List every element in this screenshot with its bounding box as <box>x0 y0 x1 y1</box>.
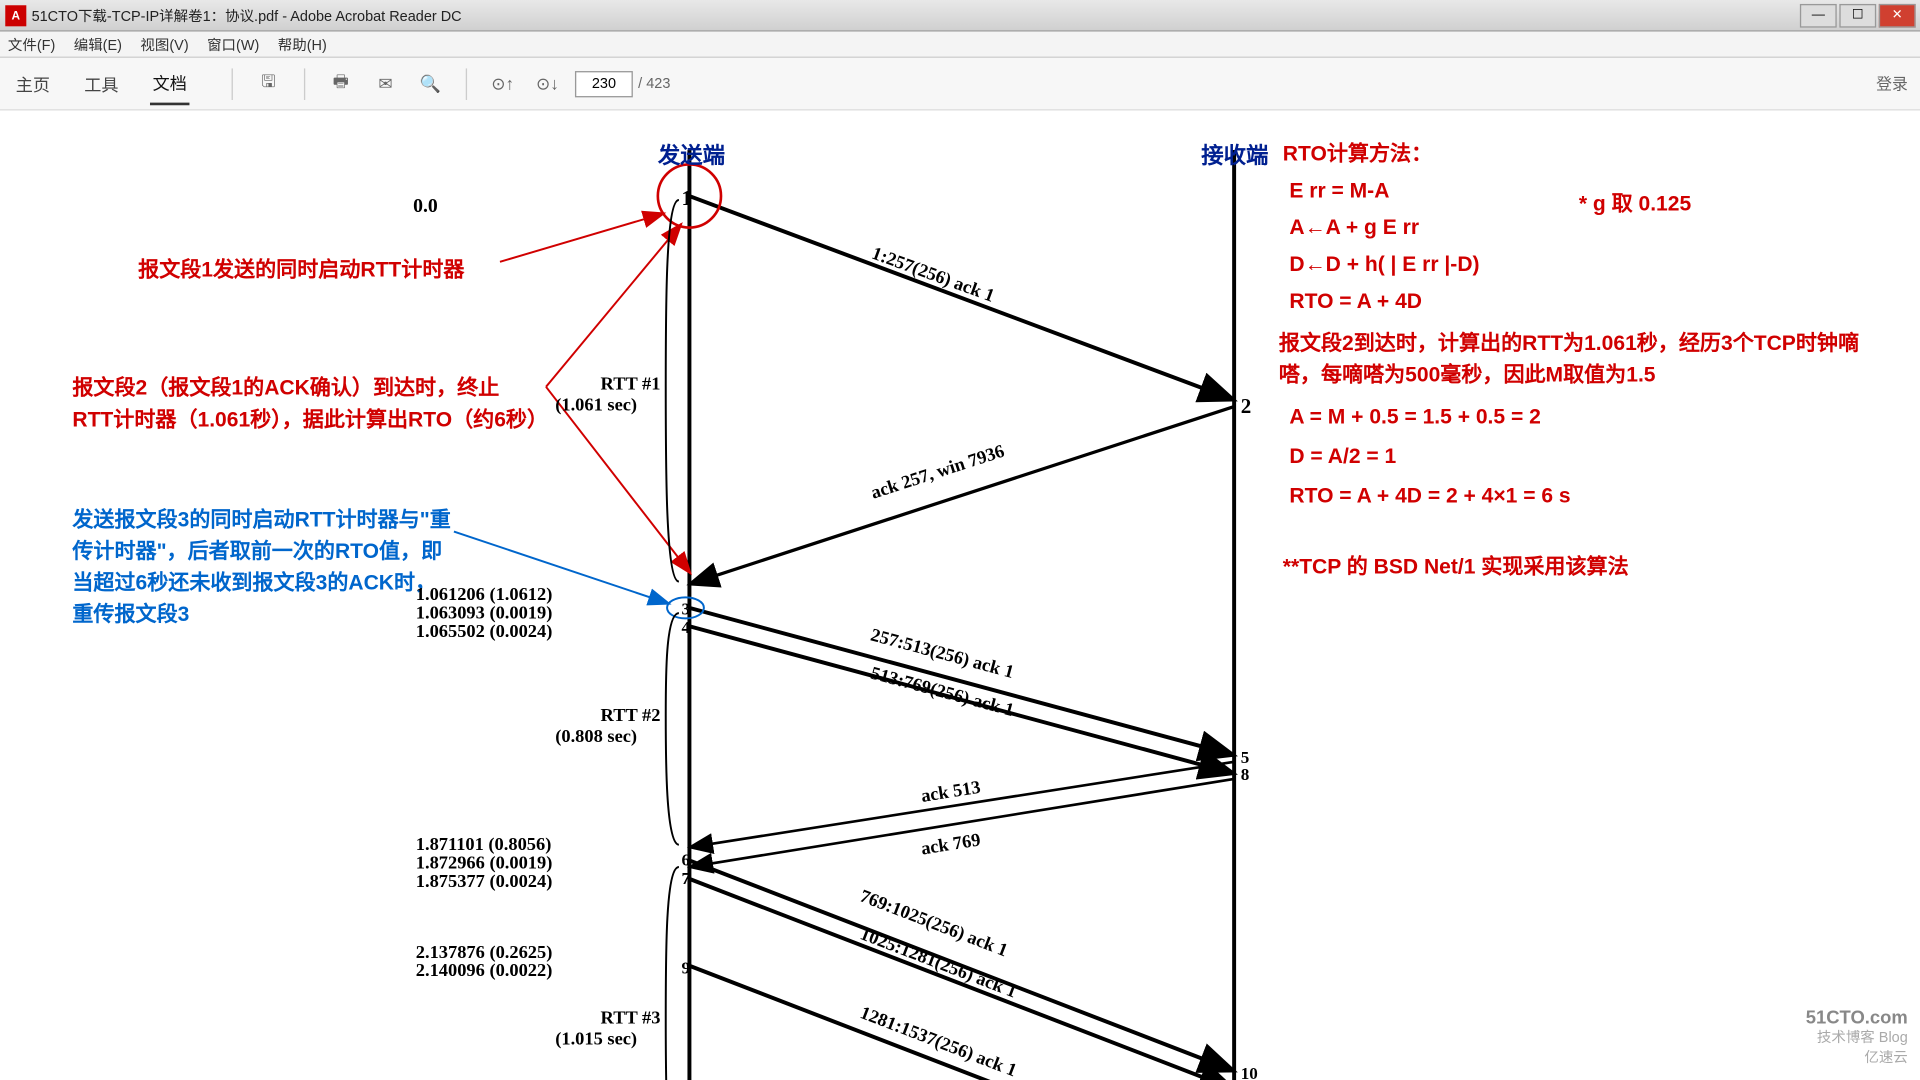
f3: D←D + h( | E rr |-D) <box>1289 250 1479 282</box>
menu-view[interactable]: 视图(V) <box>140 34 188 55</box>
tab-home[interactable]: 主页 <box>13 63 52 104</box>
note-seg1: 报文段1发送的同时启动RTT计时器 <box>138 255 464 287</box>
document-area: 发送端 接收端 0.0 报文段1发送的同时启动RTT计时器 报文段2（报文段1的… <box>0 111 1920 1080</box>
close-button[interactable]: ✕ <box>1879 3 1916 27</box>
page-input[interactable] <box>575 70 633 96</box>
n8: 8 <box>1241 762 1250 788</box>
menu-bar: 文件(F) 编辑(E) 视图(V) 窗口(W) 帮助(H) <box>0 32 1920 58</box>
note-seg2: 报文段2（报文段1的ACK确认）到达时，终止RTT计时器（1.061秒），据此计… <box>72 374 539 437</box>
f4: RTO = A + 4D <box>1289 287 1422 319</box>
c3: RTO = A + 4D = 2 + 4×1 = 6 s <box>1289 482 1570 514</box>
title-bar: A 51CTO下载-TCP-IP详解卷1：协议.pdf - Adobe Acro… <box>0 0 1920 32</box>
print-icon[interactable]: 🖶 <box>329 72 353 96</box>
watermark: 51CTO.com 技术博客 Blog 亿速云 <box>1806 1005 1908 1067</box>
mail-icon[interactable]: ✉ <box>374 72 398 96</box>
n4: 4 <box>682 614 691 640</box>
page-total: / 423 <box>638 76 670 92</box>
time-zero: 0.0 <box>413 192 438 222</box>
rtt3b: (1.015 sec) <box>555 1026 637 1054</box>
n9: 9 <box>682 955 691 981</box>
f1: E rr = M-A <box>1289 176 1389 208</box>
fg: * g 取 0.125 <box>1579 189 1691 221</box>
rto-title: RTO计算方法： <box>1283 139 1432 171</box>
menu-file[interactable]: 文件(F) <box>8 34 55 55</box>
toolbar: 主页 工具 文档 🖫 🖶 ✉ 🔍 ⊙↑ ⊙↓ / 423 登录 <box>0 58 1920 111</box>
ts1c: 1.065502 (0.0024) <box>416 618 553 646</box>
c2: D = A/2 = 1 <box>1289 442 1396 474</box>
menu-edit[interactable]: 编辑(E) <box>74 34 122 55</box>
pdf-icon: A <box>5 5 26 26</box>
note-bsd: **TCP 的 BSD Net/1 实现采用该算法 <box>1283 553 1629 585</box>
note-seg3: 发送报文段3的同时启动RTT计时器与"重传计时器"，后者取前一次的RTO值，即当… <box>72 505 454 631</box>
tab-document[interactable]: 文档 <box>150 62 189 105</box>
search-icon[interactable]: 🔍 <box>418 72 442 96</box>
maximize-button[interactable]: ☐ <box>1839 3 1876 27</box>
exp1: 报文段2到达时，计算出的RTT为1.061秒，经历3个TCP时钟嘀嗒，每嘀嗒为5… <box>1279 329 1871 392</box>
save-icon[interactable]: 🖫 <box>257 72 281 96</box>
prev-page-icon[interactable]: ⊙↑ <box>491 72 515 96</box>
rtt2b: (0.808 sec) <box>555 724 637 752</box>
n2: 2 <box>1241 392 1252 424</box>
n7: 7 <box>682 866 691 892</box>
minimize-button[interactable]: — <box>1800 3 1837 27</box>
tab-tools[interactable]: 工具 <box>82 63 121 104</box>
window-title: 51CTO下载-TCP-IP详解卷1：协议.pdf - Adobe Acroba… <box>32 5 1798 26</box>
menu-help[interactable]: 帮助(H) <box>278 34 327 55</box>
c1: A = M + 0.5 = 1.5 + 0.5 = 2 <box>1289 403 1540 435</box>
rtt1b: (1.061 sec) <box>555 392 637 420</box>
f2: A←A + g E rr <box>1289 213 1419 245</box>
login-link[interactable]: 登录 <box>1876 72 1908 94</box>
n1: 1 <box>682 184 693 216</box>
next-page-icon[interactable]: ⊙↓ <box>536 72 560 96</box>
sender-label: 发送端 <box>658 139 725 173</box>
ts3b: 2.140096 (0.0022) <box>416 958 553 986</box>
menu-window[interactable]: 窗口(W) <box>207 34 259 55</box>
receiver-label: 接收端 <box>1201 139 1268 173</box>
ts2c: 1.875377 (0.0024) <box>416 868 553 896</box>
